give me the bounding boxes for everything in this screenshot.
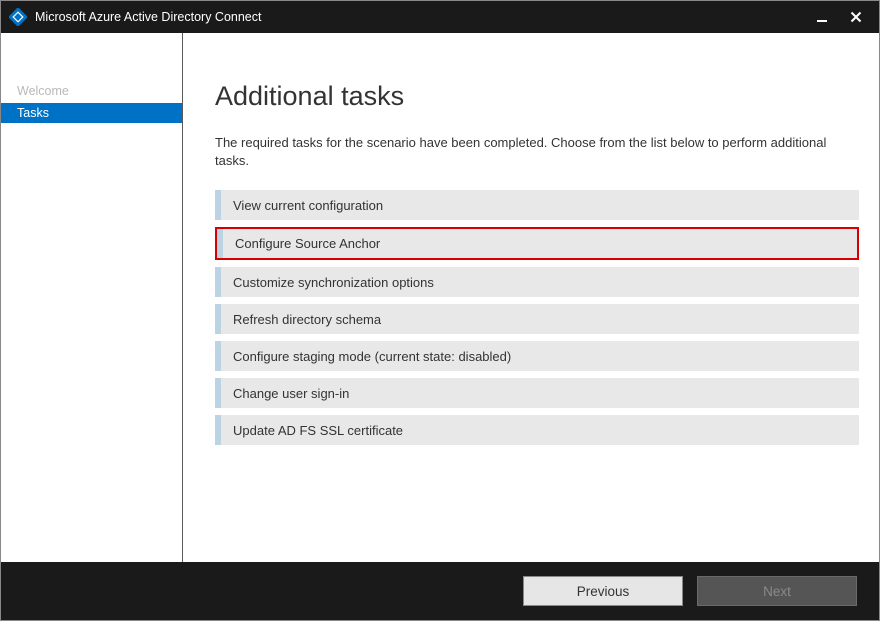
window-title: Microsoft Azure Active Directory Connect [35,10,813,24]
task-configure-source-anchor[interactable]: Configure Source Anchor [215,227,859,260]
button-label: Previous [577,584,630,599]
body: Welcome Tasks Additional tasks The requi… [1,33,879,562]
task-label: View current configuration [233,198,383,213]
next-button: Next [697,576,857,606]
window-controls [813,8,873,26]
task-customize-sync-options[interactable]: Customize synchronization options [215,267,859,297]
sidebar-item-label: Tasks [17,106,49,120]
page-title: Additional tasks [215,81,859,112]
close-button[interactable] [847,8,865,26]
titlebar: Microsoft Azure Active Directory Connect [1,1,879,33]
task-label: Change user sign-in [233,386,349,401]
button-label: Next [763,584,791,599]
footer: Previous Next [1,562,879,620]
task-label: Refresh directory schema [233,312,381,327]
sidebar-item-welcome[interactable]: Welcome [1,81,182,101]
task-label: Update AD FS SSL certificate [233,423,403,438]
minimize-button[interactable] [813,8,831,26]
task-view-current-configuration[interactable]: View current configuration [215,190,859,220]
task-inner: Configure Source Anchor [217,229,857,258]
app-window: Microsoft Azure Active Directory Connect… [0,0,880,621]
page-intro: The required tasks for the scenario have… [215,134,855,170]
task-label: Customize synchronization options [233,275,434,290]
task-configure-staging-mode[interactable]: Configure staging mode (current state: d… [215,341,859,371]
task-label: Configure Source Anchor [235,236,380,251]
sidebar: Welcome Tasks [1,33,183,562]
sidebar-item-tasks[interactable]: Tasks [1,103,182,123]
sidebar-item-label: Welcome [17,84,69,98]
task-update-adfs-ssl-cert[interactable]: Update AD FS SSL certificate [215,415,859,445]
previous-button[interactable]: Previous [523,576,683,606]
task-refresh-directory-schema[interactable]: Refresh directory schema [215,304,859,334]
task-change-user-signin[interactable]: Change user sign-in [215,378,859,408]
main-panel: Additional tasks The required tasks for … [183,33,879,562]
task-label: Configure staging mode (current state: d… [233,349,511,364]
azure-icon [9,8,27,26]
task-list: View current configuration Configure Sou… [215,190,859,445]
